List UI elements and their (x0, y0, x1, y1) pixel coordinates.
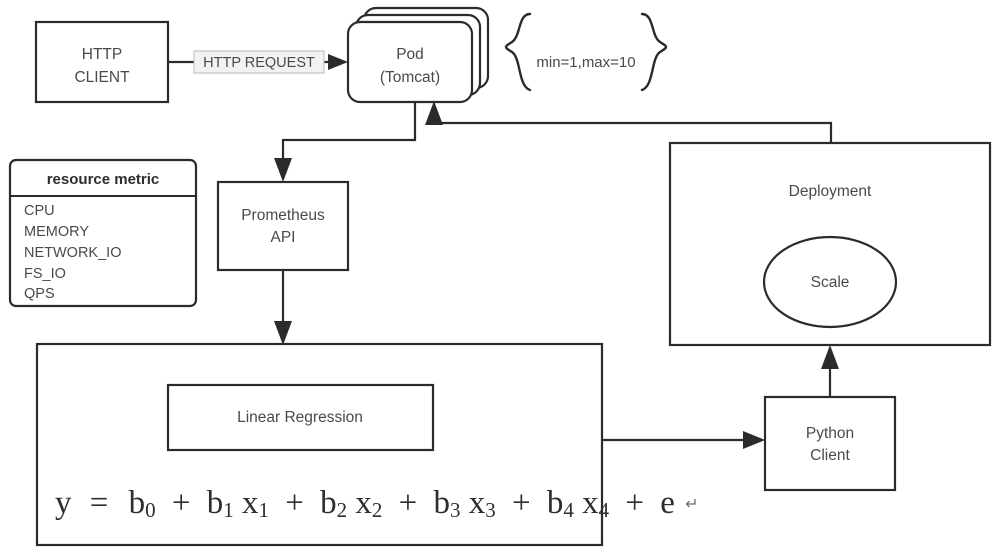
equation-term-b1: b (207, 485, 224, 521)
equation-equals: = (90, 485, 109, 521)
equation-plus-4: + (512, 485, 531, 521)
resource-metric-item-cpu: CPU (24, 203, 55, 219)
replica-range-left-brace (504, 12, 532, 92)
node-prometheus-api[interactable]: Prometheus API (216, 180, 350, 272)
equation-term-x4-sub: 4 (599, 498, 610, 522)
equation-plus-5: + (625, 485, 644, 521)
edge-deployment-to-pod-arrowhead (425, 101, 443, 125)
node-http-client[interactable]: HTTP CLIENT (34, 20, 170, 104)
equation-term-x1: x (242, 485, 259, 521)
edge-pod-to-prometheus (274, 102, 417, 182)
edge-deployment-to-pod-line (434, 121, 833, 143)
resource-metric-item-memory: MEMORY (24, 224, 89, 240)
edge-python-client-to-deployment (821, 345, 839, 397)
node-python-client-box[interactable] (763, 395, 897, 492)
node-replica-range: min=1,max=10 (504, 12, 668, 92)
node-resource-metric[interactable]: resource metric CPU MEMORY NETWORK_IO FS… (8, 158, 198, 308)
equation-term-x2-sub: 2 (372, 498, 383, 522)
edge-http-request-label: HTTP REQUEST (193, 50, 325, 74)
edge-model-to-python-client-arrowhead (743, 431, 765, 449)
node-pod[interactable]: Pod (Tomcat) (346, 6, 490, 104)
node-python-client[interactable]: Python Client (763, 395, 897, 492)
node-resource-metric-title: resource metric (47, 171, 160, 188)
node-deployment[interactable]: Deployment Scale (668, 141, 992, 347)
equation-term-b3-sub: 3 (450, 498, 461, 522)
edge-model-to-python-client (602, 431, 765, 449)
equation-term-b4-sub: 4 (563, 498, 574, 522)
replica-range-label: min=1,max=10 (536, 54, 635, 71)
equation-term-x1-sub: 1 (259, 498, 270, 522)
equation-term-b2-sub: 2 (337, 498, 348, 522)
equation-term-b2: b (320, 485, 337, 521)
node-deployment-label: Deployment (789, 183, 872, 200)
node-prometheus-api-label-line1: Prometheus (241, 207, 325, 224)
edge-http-request-label-text: HTTP REQUEST (203, 55, 315, 71)
replica-range-right-brace (640, 12, 668, 92)
equation-plus-2: + (285, 485, 304, 521)
equation-error-term: e (660, 485, 675, 521)
equation-term-b1-sub: 1 (223, 498, 234, 522)
equation-trailing-mark: ↵ (685, 496, 698, 513)
node-prometheus-api-label-line2: API (271, 229, 296, 246)
equation-term-x3: x (469, 485, 486, 521)
edge-http-request-arrowhead (328, 54, 348, 70)
equation-term-x2: x (355, 485, 372, 521)
edge-python-client-to-deployment-arrowhead (821, 345, 839, 369)
node-scale-label: Scale (811, 274, 850, 291)
node-python-client-label-line1: Python (806, 425, 854, 442)
resource-metric-item-fs-io: FS_IO (24, 266, 66, 282)
node-http-client-label-line2: CLIENT (74, 69, 130, 86)
node-pod-label-line2: (Tomcat) (380, 69, 440, 86)
edge-pod-to-prometheus-arrowhead (274, 158, 292, 182)
node-linear-regression-label: Linear Regression (237, 409, 363, 426)
equation-term-x4: x (582, 485, 599, 521)
edge-deployment-to-pod (425, 101, 833, 143)
equation-term-x3-sub: 3 (485, 498, 496, 522)
edge-prometheus-to-model (274, 270, 292, 345)
diagram-canvas: HTTP CLIENT HTTP REQUEST Pod (Tomcat) mi… (8, 6, 992, 547)
edge-pod-to-prometheus-line (281, 102, 417, 170)
node-pod-label-line1: Pod (396, 46, 424, 63)
node-python-client-label-line2: Client (810, 447, 850, 464)
node-model-container[interactable]: Linear Regression y = b0 + b1 x1 + b2 x2… (35, 342, 699, 547)
equation-term-b3: b (434, 485, 451, 521)
equation-plus-1: + (172, 485, 191, 521)
equation-term-b0: b (129, 485, 146, 521)
node-http-client-label-line1: HTTP (82, 46, 122, 63)
architecture-diagram: HTTP CLIENT HTTP REQUEST Pod (Tomcat) mi… (0, 0, 1000, 556)
edge-prometheus-to-model-arrowhead (274, 321, 292, 345)
node-prometheus-api-box[interactable] (216, 180, 350, 272)
equation-term-b0-sub: 0 (145, 498, 156, 522)
resource-metric-item-qps: QPS (24, 286, 55, 302)
equation-lhs: y (55, 485, 72, 521)
equation-term-b4: b (547, 485, 564, 521)
resource-metric-item-network-io: NETWORK_IO (24, 245, 121, 261)
equation-plus-3: + (399, 485, 418, 521)
